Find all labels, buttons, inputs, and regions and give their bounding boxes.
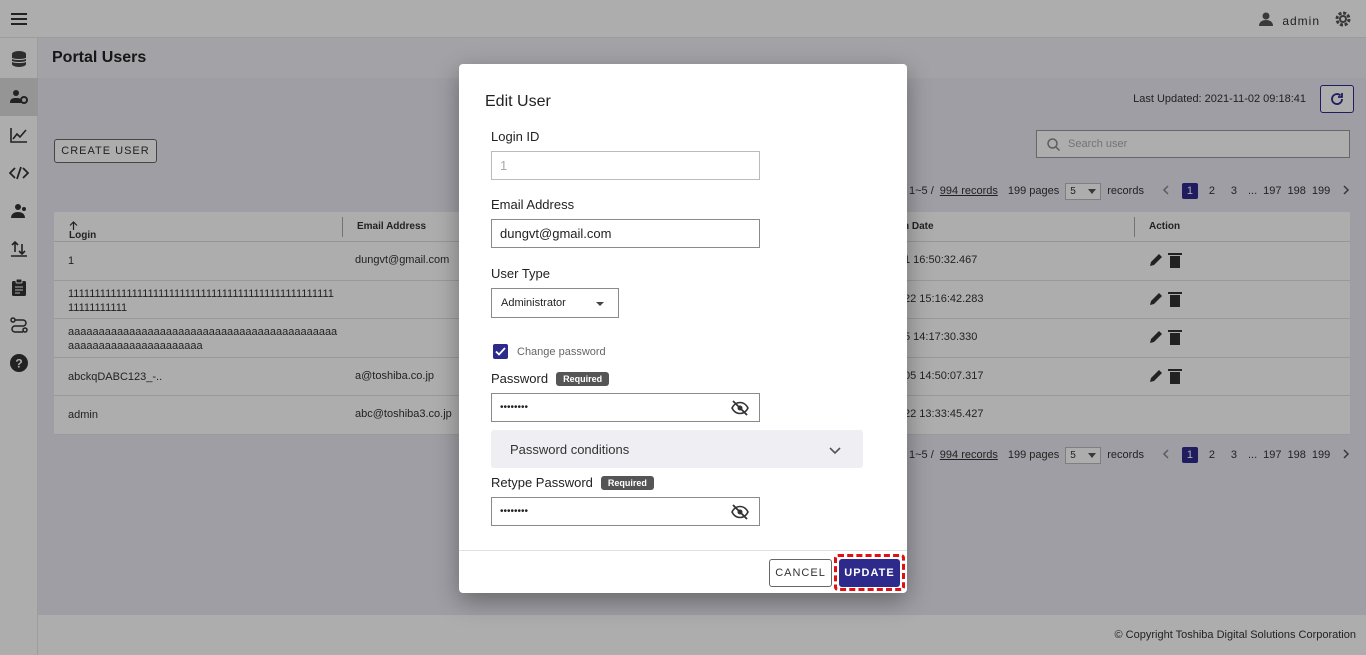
eye-off-icon[interactable] — [731, 400, 749, 419]
user-type-select[interactable]: Administrator — [491, 288, 619, 318]
password-label-row: Password Required — [491, 371, 610, 386]
caret-down-icon — [596, 302, 604, 306]
change-password-label: Change password — [517, 345, 606, 358]
required-badge: Required — [556, 371, 610, 386]
password-field[interactable]: •••••••• — [491, 393, 760, 422]
update-button[interactable]: UPDATE — [839, 559, 900, 587]
password-conditions-accordion[interactable]: Password conditions — [491, 430, 863, 468]
email-field[interactable]: dungvt@gmail.com — [491, 219, 760, 248]
dialog-divider — [459, 550, 907, 551]
eye-off-icon[interactable] — [731, 504, 749, 523]
change-password-checkbox[interactable] — [493, 344, 508, 359]
email-label: Email Address — [491, 197, 575, 212]
user-type-label: User Type — [491, 266, 551, 281]
change-password-row: Change password — [493, 344, 606, 359]
dialog-title: Edit User — [485, 93, 551, 110]
required-badge: Required — [600, 475, 654, 490]
chevron-down-icon — [829, 443, 841, 458]
check-icon — [495, 347, 506, 356]
login-id-field: 1 — [491, 151, 760, 180]
retype-password-field[interactable]: •••••••• — [491, 497, 760, 526]
login-id-label: Login ID — [491, 129, 540, 144]
edit-user-dialog: Edit User Login ID 1 Email Address dungv… — [459, 64, 907, 593]
cancel-button[interactable]: CANCEL — [769, 559, 832, 587]
retype-password-label-row: Retype Password Required — [491, 475, 654, 490]
